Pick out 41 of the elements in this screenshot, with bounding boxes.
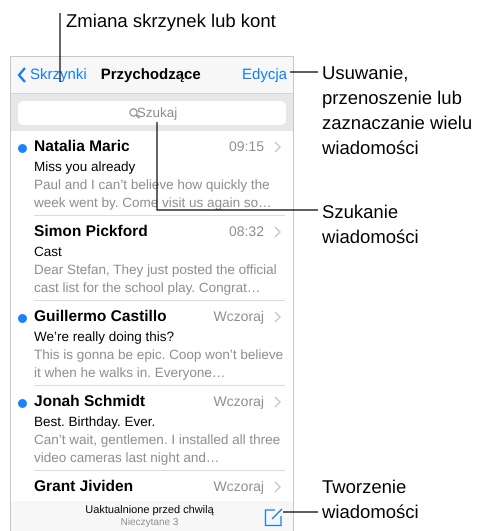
chevron-icon: [274, 480, 281, 492]
message-preview: This is gonna be epic. Coop won’t believe it when he walks in. Everyone…: [34, 346, 284, 382]
message-subject: Cast: [34, 243, 63, 261]
sender-name: Grant Jividen: [34, 476, 134, 496]
chevron-icon: [274, 396, 281, 408]
message-time: Wczoraj: [213, 392, 264, 411]
leader-line: [59, 13, 61, 82]
chevron-icon: [274, 310, 281, 322]
message-preview: Can’t wait, gentlemen. I installed all three video cameras last night and…: [34, 431, 282, 467]
callout-label: Zmiana skrzynek lub kont: [66, 9, 277, 33]
message-time: Wczoraj: [213, 307, 264, 326]
message-time: 09:15: [228, 137, 264, 156]
chevron-icon: [274, 140, 281, 152]
nav-title: Przychodzące: [100, 64, 201, 85]
message-subject: We’re really doing this?: [34, 328, 176, 346]
message-row[interactable]: Grant Jividen Wczoraj: [11, 471, 293, 501]
back-chevron-icon: [17, 67, 27, 83]
chevron-icon: [274, 226, 281, 238]
unread-count: Nieczytane 3: [120, 517, 178, 529]
callout-label: Usuwanie, przenoszenie lub zaznaczanie wielu wiadomości: [322, 61, 474, 160]
sender-name: Natalia Maric: [34, 136, 130, 156]
message-preview: Dear Stefan, They just posted the official cast list for the school play. Congrat…: [34, 261, 278, 297]
sender-name: Jonah Schmidt: [34, 392, 146, 412]
message-row[interactable]: Jonah Schmidt Wczoraj Best. Birthday. Ever. Can’t wait, gentlemen. I installed all three video cameras last night and…: [11, 386, 293, 471]
sender-name: Simon Pickford: [34, 222, 148, 242]
message-time: 08:32: [228, 222, 264, 241]
callout-label: Szukanie wiadomości: [322, 200, 420, 249]
callout-label: Tworzenie wiadomości: [322, 475, 420, 524]
update-status: Uaktualnione przed chwilą: [85, 504, 214, 517]
leader-line: [290, 71, 318, 73]
edit-button[interactable]: Edycja: [242, 64, 287, 86]
search-field[interactable]: Szukaj: [18, 100, 286, 124]
message-subject: Miss you already: [34, 158, 136, 176]
message-row[interactable]: Guillermo Castillo Wczoraj We’re really doing this? This is gonna be epic. Coop won’t believe it when he walks in. Everyone…: [11, 301, 293, 386]
compose-icon: [264, 506, 284, 526]
leader-line: [283, 511, 318, 513]
message-subject: Best. Birthday. Ever.: [34, 413, 156, 431]
message-row[interactable]: Simon Pickford 08:32 Cast Dear Stefan, They just posted the official cast list for the school play. Congrat…: [11, 216, 293, 301]
message-time: Wczoraj: [213, 477, 264, 496]
compose-button[interactable]: [264, 506, 284, 526]
sender-name: Guillermo Castillo: [34, 306, 167, 326]
